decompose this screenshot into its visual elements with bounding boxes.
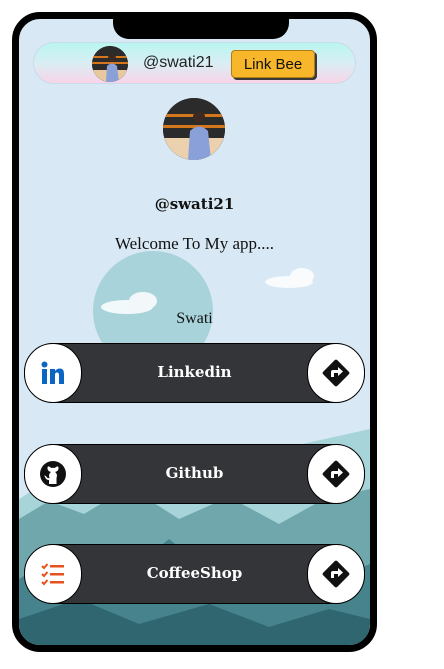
top-bar: @swati21 Link Bee bbox=[33, 42, 356, 84]
linkedin-link-button[interactable]: Linkedin bbox=[24, 343, 365, 403]
directions-icon[interactable] bbox=[307, 444, 365, 504]
phone-notch bbox=[113, 19, 289, 39]
welcome-message: Welcome To My app.... bbox=[114, 234, 275, 253]
github-link-button[interactable]: Github bbox=[24, 444, 365, 504]
phone-frame: @swati21 Link Bee @swati21 Welcome To My… bbox=[12, 12, 377, 652]
top-username: @swati21 bbox=[143, 54, 214, 71]
profile-avatar bbox=[163, 98, 225, 160]
directions-icon[interactable] bbox=[307, 544, 365, 604]
profile-username: @swati21 bbox=[154, 195, 235, 213]
link-bee-button[interactable]: Link Bee bbox=[231, 50, 315, 78]
directions-icon[interactable] bbox=[307, 343, 365, 403]
coffeeshop-link-button[interactable]: CoffeeShop bbox=[24, 544, 365, 604]
top-avatar[interactable] bbox=[92, 46, 128, 82]
profile-name: Swati bbox=[176, 310, 213, 327]
